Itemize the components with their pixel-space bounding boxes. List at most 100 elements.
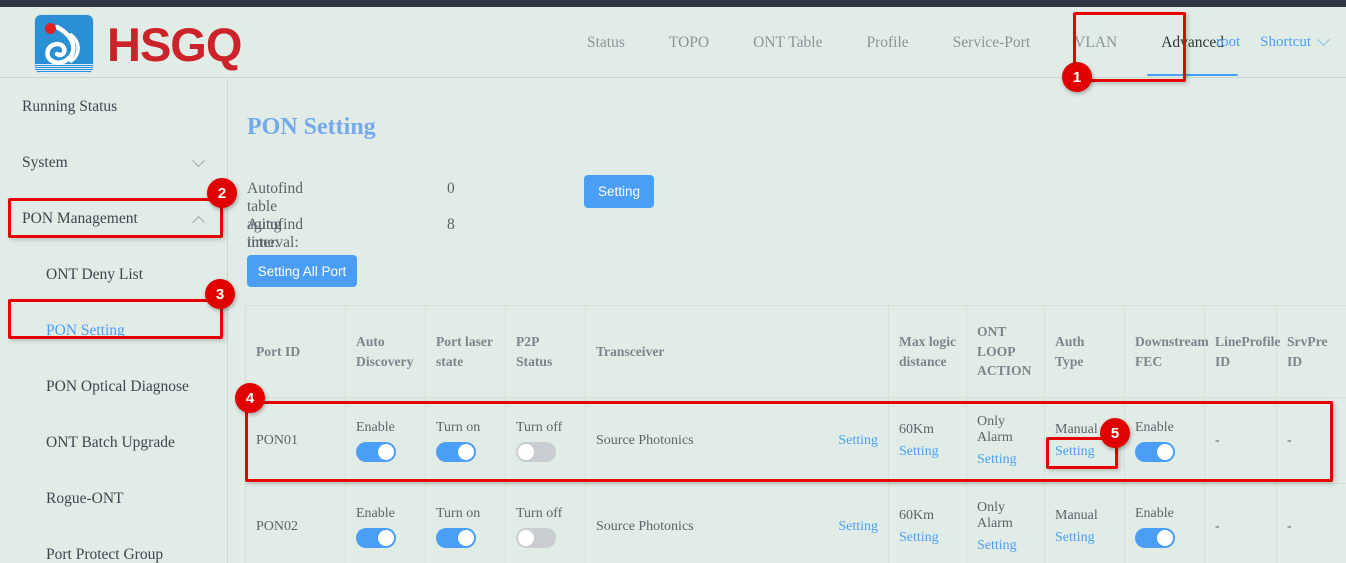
sidebar-item-port-protect-group[interactable]: Port Protect Group xyxy=(0,527,227,563)
col-port-laser-state: Port laser state xyxy=(426,306,506,398)
nav-label: ONT Table xyxy=(753,34,822,51)
sidebar-item-label: Port Protect Group xyxy=(46,546,163,563)
auth-type-text: Manual xyxy=(1055,508,1098,524)
shortcut-menu[interactable]: Shortcut xyxy=(1260,34,1328,51)
sidebar-item-label: PON Optical Diagnose xyxy=(46,378,189,396)
toggle-label: Turn off xyxy=(516,420,562,436)
col-auto-discovery: Auto Discovery xyxy=(346,306,426,398)
table-header-row: Port ID Auto Discovery Port laser state … xyxy=(246,306,1346,398)
auth-type-setting-link[interactable]: Setting xyxy=(1055,444,1095,460)
sidebar-item-system[interactable]: System xyxy=(0,135,227,191)
nav-item-service-port[interactable]: Service-Port xyxy=(931,29,1052,57)
cell-port-id: PON02 xyxy=(246,484,346,563)
nav-label: Service-Port xyxy=(953,34,1030,51)
p2p-status-toggle[interactable] xyxy=(516,442,556,462)
auth-type-setting-link[interactable]: Setting xyxy=(1055,530,1095,546)
downstream-fec-toggle[interactable] xyxy=(1135,442,1175,462)
nav-item-profile[interactable]: Profile xyxy=(844,29,930,57)
setting-button[interactable]: Setting xyxy=(584,175,654,208)
app-window: HSGQ Status TOPO ONT Table Profile Servi… xyxy=(0,0,1346,563)
nav-item-topo[interactable]: TOPO xyxy=(647,29,731,57)
nav-item-ont-table[interactable]: ONT Table xyxy=(731,29,844,57)
top-navigation: Status TOPO ONT Table Profile Service-Po… xyxy=(565,29,1246,57)
cell-port-id: PON01 xyxy=(246,398,346,484)
cell-line-profile-id: - xyxy=(1205,398,1277,484)
max-logic-distance-text: 60Km xyxy=(899,422,934,438)
chevron-down-icon xyxy=(1317,33,1330,46)
p2p-status-toggle[interactable] xyxy=(516,528,556,548)
hsgq-logo-icon xyxy=(35,15,93,73)
sidebar-item-running-status[interactable]: Running Status xyxy=(0,79,227,135)
ont-loop-action-text: Only Alarm xyxy=(977,414,1034,446)
shortcut-label: Shortcut xyxy=(1260,34,1311,51)
cell-port-laser-state: Turn on xyxy=(426,398,506,484)
nav-label: VLAN xyxy=(1074,34,1117,51)
logo-red-dot-icon xyxy=(45,23,56,34)
downstream-fec-toggle[interactable] xyxy=(1135,528,1175,548)
toggle-label: Enable xyxy=(1135,506,1174,522)
port-laser-state-toggle[interactable] xyxy=(436,442,476,462)
page-header: HSGQ Status TOPO ONT Table Profile Servi… xyxy=(0,7,1346,78)
setting-all-port-button[interactable]: Setting All Port xyxy=(247,255,357,287)
cell-max-logic-distance: 60Km Setting xyxy=(889,398,967,484)
transceiver-setting-link[interactable]: Setting xyxy=(838,433,878,449)
transceiver-setting-link[interactable]: Setting xyxy=(838,519,878,535)
cell-max-logic-distance: 60Km Setting xyxy=(889,484,967,563)
nav-label: Profile xyxy=(866,34,908,51)
cell-ont-loop-action: Only Alarm Setting xyxy=(967,398,1045,484)
cell-srv-pre-id: - xyxy=(1277,484,1346,563)
ont-loop-action-setting-link[interactable]: Setting xyxy=(977,538,1017,554)
sidebar-item-label: Rogue-ONT xyxy=(46,490,124,508)
max-logic-distance-setting-link[interactable]: Setting xyxy=(899,530,939,546)
sidebar-item-pon-setting[interactable]: PON Setting xyxy=(0,303,227,359)
table-row[interactable]: PON01 Enable Turn on xyxy=(246,398,1346,484)
sidebar-item-ont-deny-list[interactable]: ONT Deny List xyxy=(0,247,227,303)
cell-srv-pre-id: - xyxy=(1277,398,1346,484)
auto-discovery-toggle[interactable] xyxy=(356,442,396,462)
transceiver-text: Source Photonics xyxy=(596,433,694,449)
sidebar-item-pon-management[interactable]: PON Management xyxy=(0,191,227,247)
toggle-label: Enable xyxy=(356,420,395,436)
table-row[interactable]: PON02 Enable Turn on xyxy=(246,484,1346,563)
cell-p2p-status: Turn off xyxy=(506,484,586,563)
max-logic-distance-setting-link[interactable]: Setting xyxy=(899,444,939,460)
sidebar-item-rogue-ont[interactable]: Rogue-ONT xyxy=(0,471,227,527)
port-laser-state-toggle[interactable] xyxy=(436,528,476,548)
chevron-up-icon xyxy=(192,215,205,228)
page-title: PON Setting xyxy=(247,114,376,141)
current-user[interactable]: root xyxy=(1216,34,1240,51)
field-value: 0 xyxy=(447,180,455,198)
nav-item-vlan[interactable]: VLAN xyxy=(1052,29,1139,57)
sidebar-item-ont-batch-upgrade[interactable]: ONT Batch Upgrade xyxy=(0,415,227,471)
cell-auto-discovery: Enable xyxy=(346,398,426,484)
toggle-label: Turn on xyxy=(436,506,480,522)
cell-auto-discovery: Enable xyxy=(346,484,426,563)
ont-loop-action-text: Only Alarm xyxy=(977,500,1034,532)
nav-label: Status xyxy=(587,34,625,51)
auth-type-text: Manual xyxy=(1055,422,1098,438)
header-user-area: root Shortcut xyxy=(1216,34,1328,51)
col-port-id: Port ID xyxy=(246,306,346,398)
sidebar-item-pon-optical-diagnose[interactable]: PON Optical Diagnose xyxy=(0,359,227,415)
col-auth-type: Auth Type xyxy=(1045,306,1125,398)
brand-logo[interactable]: HSGQ xyxy=(35,15,241,73)
brand-name: HSGQ xyxy=(107,21,241,68)
logo-stripes xyxy=(35,64,93,73)
cell-port-laser-state: Turn on xyxy=(426,484,506,563)
main-content: PON Setting Autofind table aging time: 0… xyxy=(229,79,1346,563)
max-logic-distance-text: 60Km xyxy=(899,508,934,524)
nav-label: TOPO xyxy=(669,34,709,51)
col-transceiver: Transceiver xyxy=(586,306,889,398)
auto-discovery-toggle[interactable] xyxy=(356,528,396,548)
nav-item-status[interactable]: Status xyxy=(565,29,647,57)
browser-top-strip xyxy=(0,0,1346,7)
cell-ont-loop-action: Only Alarm Setting xyxy=(967,484,1045,563)
toggle-label: Turn off xyxy=(516,506,562,522)
sidebar-item-label: ONT Deny List xyxy=(46,266,143,284)
col-line-profile-id: LineProfile ID xyxy=(1205,306,1277,398)
pon-table: Port ID Auto Discovery Port laser state … xyxy=(245,305,1346,563)
ont-loop-action-setting-link[interactable]: Setting xyxy=(977,452,1017,468)
cell-line-profile-id: - xyxy=(1205,484,1277,563)
toggle-label: Enable xyxy=(1135,420,1174,436)
pon-table-container: Port ID Auto Discovery Port laser state … xyxy=(245,305,1346,563)
